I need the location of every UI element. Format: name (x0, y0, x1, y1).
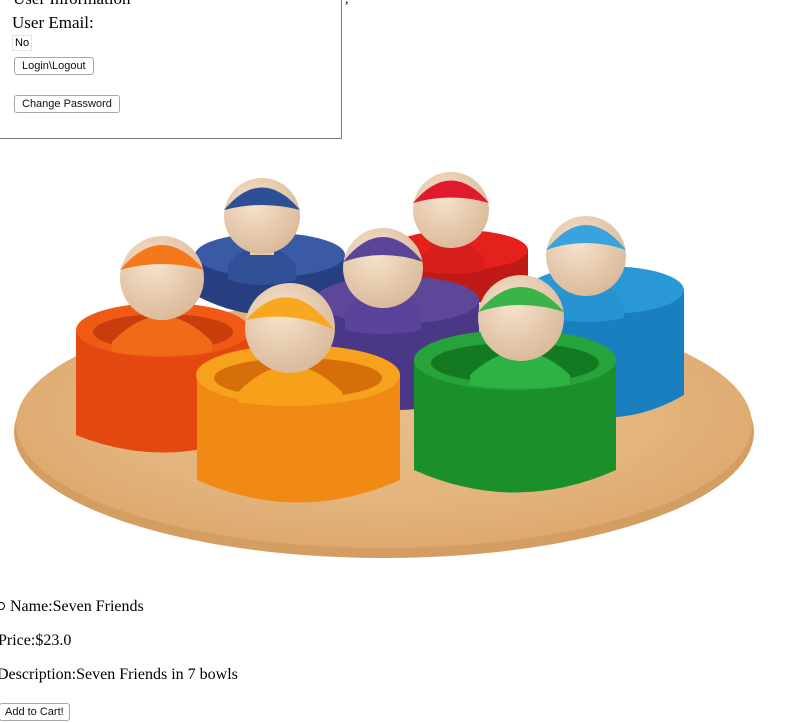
user-info-panel: User Information User Email: No Login\Lo… (0, 0, 342, 139)
login-logout-button[interactable]: Login\Logout (14, 57, 94, 75)
stray-mark: , (345, 0, 349, 8)
change-password-button[interactable]: Change Password (14, 95, 120, 113)
product-image (14, 172, 754, 558)
add-to-cart-button[interactable]: Add to Cart! (0, 703, 70, 721)
product-description: Description:Seven Friends in 7 bowls (0, 666, 238, 683)
user-info-title: User Information (13, 0, 131, 9)
product-price: Price:$23.0 (0, 632, 72, 649)
login-status-value: No (12, 35, 33, 51)
product-name-text: Name:Seven Friends (10, 598, 144, 615)
list-bullet-icon (0, 602, 5, 611)
user-email-label: User Email: (12, 13, 94, 32)
product-name: Name:Seven Friends (0, 597, 144, 617)
